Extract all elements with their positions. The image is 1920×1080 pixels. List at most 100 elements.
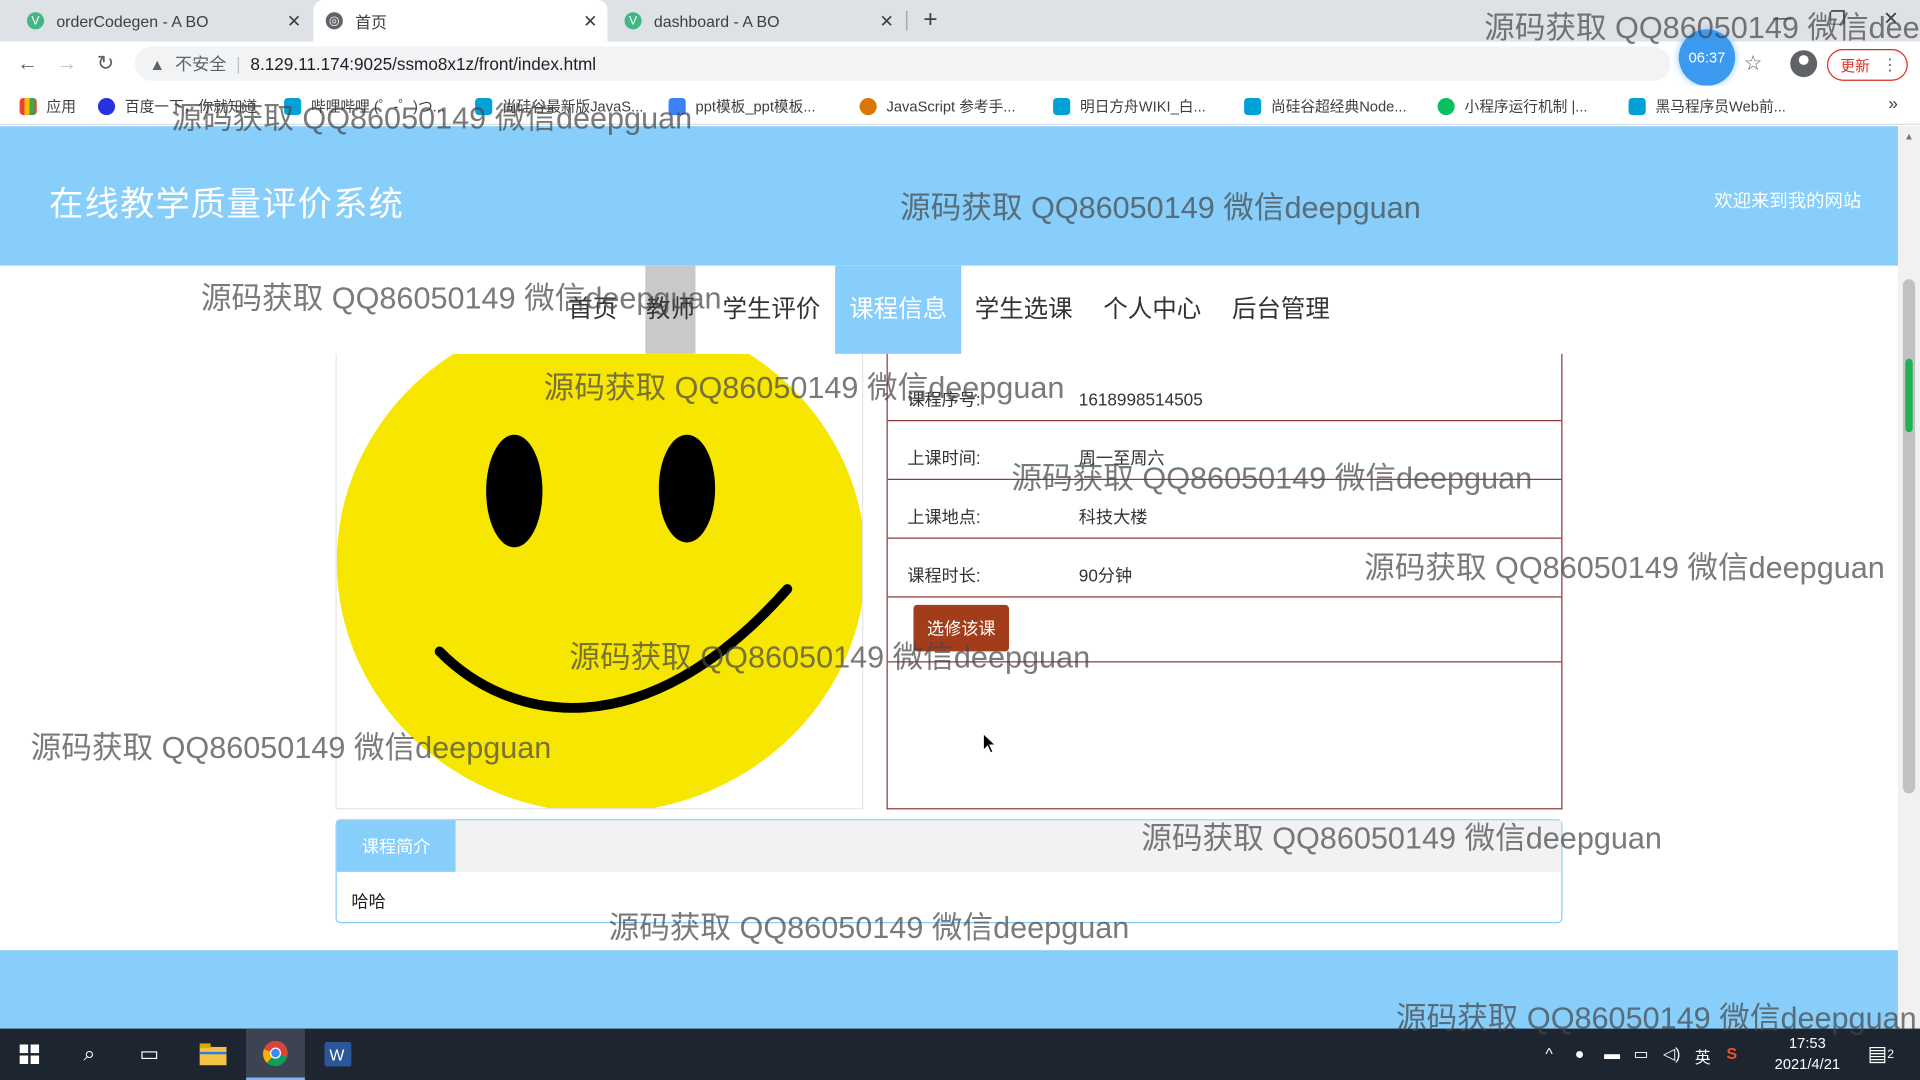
scroll-up-arrow-icon[interactable]: ▲ [1904,131,1914,142]
bookmark-label: 百度一下，你就知道 [124,97,258,116]
notification-count: 2 [1887,1047,1895,1062]
bookmark-baidu[interactable]: 百度一下，你就知道 [97,96,258,117]
nav-admin[interactable]: 后台管理 [1218,266,1343,354]
bilibili-tv-icon [475,97,493,115]
scroll-marker [1905,358,1913,433]
info-row-location: 上课地点: 科技大楼 [887,480,1562,539]
maximize-icon[interactable]: ❐ [1829,7,1845,30]
nav-personal-center[interactable]: 个人中心 [1090,266,1215,354]
bookmark-arknights[interactable]: 明日方舟WIKI_白... [1053,96,1206,117]
reload-icon[interactable]: ↻ [97,51,114,75]
enroll-course-button[interactable]: 选修该课 [913,604,1009,652]
url-text[interactable]: 8.129.11.174:9025/ssmo8x1z/front/index.h… [250,54,596,74]
bookmark-atguigu-js[interactable]: 尚硅谷最新版JavaS... [475,96,643,117]
nav-course-info[interactable]: 课程信息 [835,265,962,354]
task-view-icon[interactable]: ▭ [120,1029,179,1080]
welcome-text: 欢迎来到我的网站 [1714,191,1862,212]
bookmark-bilibili[interactable]: 哔哩哔哩 (゜-゜)つ... [284,96,445,117]
bilibili-tv-icon [1628,97,1646,115]
network-icon[interactable]: ▭ [1633,1044,1648,1064]
new-tab-plus-icon[interactable]: + [923,6,937,34]
search-icon[interactable]: ⌕ [60,1029,119,1080]
qq-tray-icon[interactable]: ● [1575,1044,1585,1062]
system-clock[interactable]: 17:53 2021/4/21 [1763,1033,1851,1075]
page-scrollbar[interactable]: ▲ [1897,126,1920,1029]
bookmark-atguigu-node[interactable]: 尚硅谷超经典Node... [1244,96,1407,117]
tab-dashboard[interactable]: V dashboard - A BO ✕ [610,0,904,42]
bookmark-heima[interactable]: 黑马程序员Web前... [1628,96,1786,117]
update-label: 更新 [1840,56,1870,75]
vue-icon: V [26,12,45,30]
bookmark-apps[interactable]: 应用 [19,96,76,117]
word-icon[interactable]: W [309,1029,368,1080]
address-toolbar: ← → ↻ ▲ 不安全 | 8.129.11.174:9025/ssmo8x1z… [0,41,1920,86]
bilibili-tv-icon [284,97,302,115]
window-close-icon[interactable]: ✕ [1883,7,1898,30]
bookmark-label: 应用 [46,97,76,116]
tray-chevron-icon[interactable]: ^ [1545,1044,1552,1062]
windows-taskbar: ⌕ ▭ W ^ ● ▬ ▭ ◁) 英 S 17:53 2021/4/21 ▤ 2 [0,1028,1920,1080]
baidu-paw-icon [97,97,116,115]
nav-home[interactable]: 首页 [553,266,631,354]
site-title: 在线教学质量评价系统 [48,184,405,223]
bookmarks-overflow-icon[interactable]: » [1888,93,1898,113]
info-row-course-id: 课程序号: 1618998514505 [887,362,1562,422]
bookmark-miniprogram[interactable]: 小程序运行机制 |... [1437,96,1588,117]
bookmark-label: ppt模板_ppt模板... [695,97,816,116]
wechat-icon [1437,97,1455,115]
enroll-row: 选修该课 [887,598,1562,663]
clock-time: 17:53 [1788,1034,1826,1052]
tab-ordercodegen[interactable]: V orderCodegen - A BO ✕ [0,0,311,42]
tab-title: orderCodegen - A BO [56,11,209,31]
svg-text:W: W [329,1047,344,1064]
more-vertical-icon[interactable]: ⋮ [1882,55,1898,75]
file-explorer-icon[interactable] [184,1029,243,1080]
close-icon[interactable]: ✕ [880,11,894,32]
main-nav: 首页 教师 学生评价 课程信息 学生选课 个人中心 后台管理 [0,265,1898,354]
security-label: 不安全 [174,53,227,74]
globe-icon: ◎ [325,12,343,30]
bookmark-javascript[interactable]: JavaScript 参考手... [859,96,1016,117]
mouse-cursor-icon [982,732,997,754]
nav-student-evaluation[interactable]: 学生评价 [708,266,835,354]
bilibili-tv-icon [1244,97,1262,115]
warning-triangle-icon: ▲ [149,54,166,73]
bookmark-label: 小程序运行机制 |... [1464,97,1588,116]
address-bar[interactable]: ▲ 不安全 | 8.129.11.174:9025/ssmo8x1z/front… [134,46,1671,81]
recording-timer-badge[interactable]: 06:37 [1678,29,1736,86]
nav-teacher[interactable]: 教师 [645,265,696,354]
bookmark-star-icon[interactable]: ☆ [1744,51,1763,75]
bookmark-ppt[interactable]: ppt模板_ppt模板... [668,96,816,117]
course-image [335,353,864,810]
tab-title: 首页 [355,12,387,32]
bookmarks-bar: 应用 百度一下，你就知道 哔哩哔哩 (゜-゜)つ... 尚硅谷最新版JavaS.… [0,85,1920,125]
back-arrow-icon[interactable]: ← [17,51,38,75]
smiley-face-image [336,353,863,809]
intro-tab-bar: 课程简介 [336,820,1562,872]
tab-home[interactable]: ◎ 首页 ✕ [313,0,608,42]
scrollbar-thumb[interactable] [1902,279,1916,794]
bookmark-label: 哔哩哔哩 (゜-゜)つ... [311,97,445,116]
ime-indicator[interactable]: 英 [1695,1044,1711,1067]
apps-grid-icon [19,97,37,115]
battery-icon[interactable]: ▬ [1604,1044,1620,1062]
update-button[interactable]: 更新 ⋮ [1826,48,1908,81]
bookmark-label: 黑马程序员Web前... [1655,97,1786,116]
close-icon[interactable]: ✕ [583,11,597,32]
site-footer [0,950,1898,1029]
info-row-class-time: 上课时间: 周一至周六 [887,421,1562,481]
windows-start-icon[interactable] [0,1029,59,1080]
profile-avatar-icon[interactable] [1790,50,1818,78]
volume-icon[interactable]: ◁) [1663,1044,1681,1064]
forward-arrow-icon[interactable]: → [56,51,77,75]
minimize-icon[interactable]: — [1773,7,1791,28]
tab-course-intro[interactable]: 课程简介 [336,820,456,872]
nav-course-selection[interactable]: 学生选课 [961,266,1086,354]
chrome-icon[interactable] [246,1028,305,1080]
web-page: 在线教学质量评价系统 欢迎来到我的网站 首页 教师 学生评价 课程信息 学生选课… [0,126,1898,1029]
bookmark-label: 明日方舟WIKI_白... [1080,97,1206,116]
browser-tab-strip: V orderCodegen - A BO ✕ ◎ 首页 ✕ V dashboa… [0,0,1920,42]
notification-center-icon[interactable]: ▤ 2 [1856,1029,1905,1080]
sogou-icon[interactable]: S [1727,1044,1738,1062]
close-icon[interactable]: ✕ [287,11,301,32]
